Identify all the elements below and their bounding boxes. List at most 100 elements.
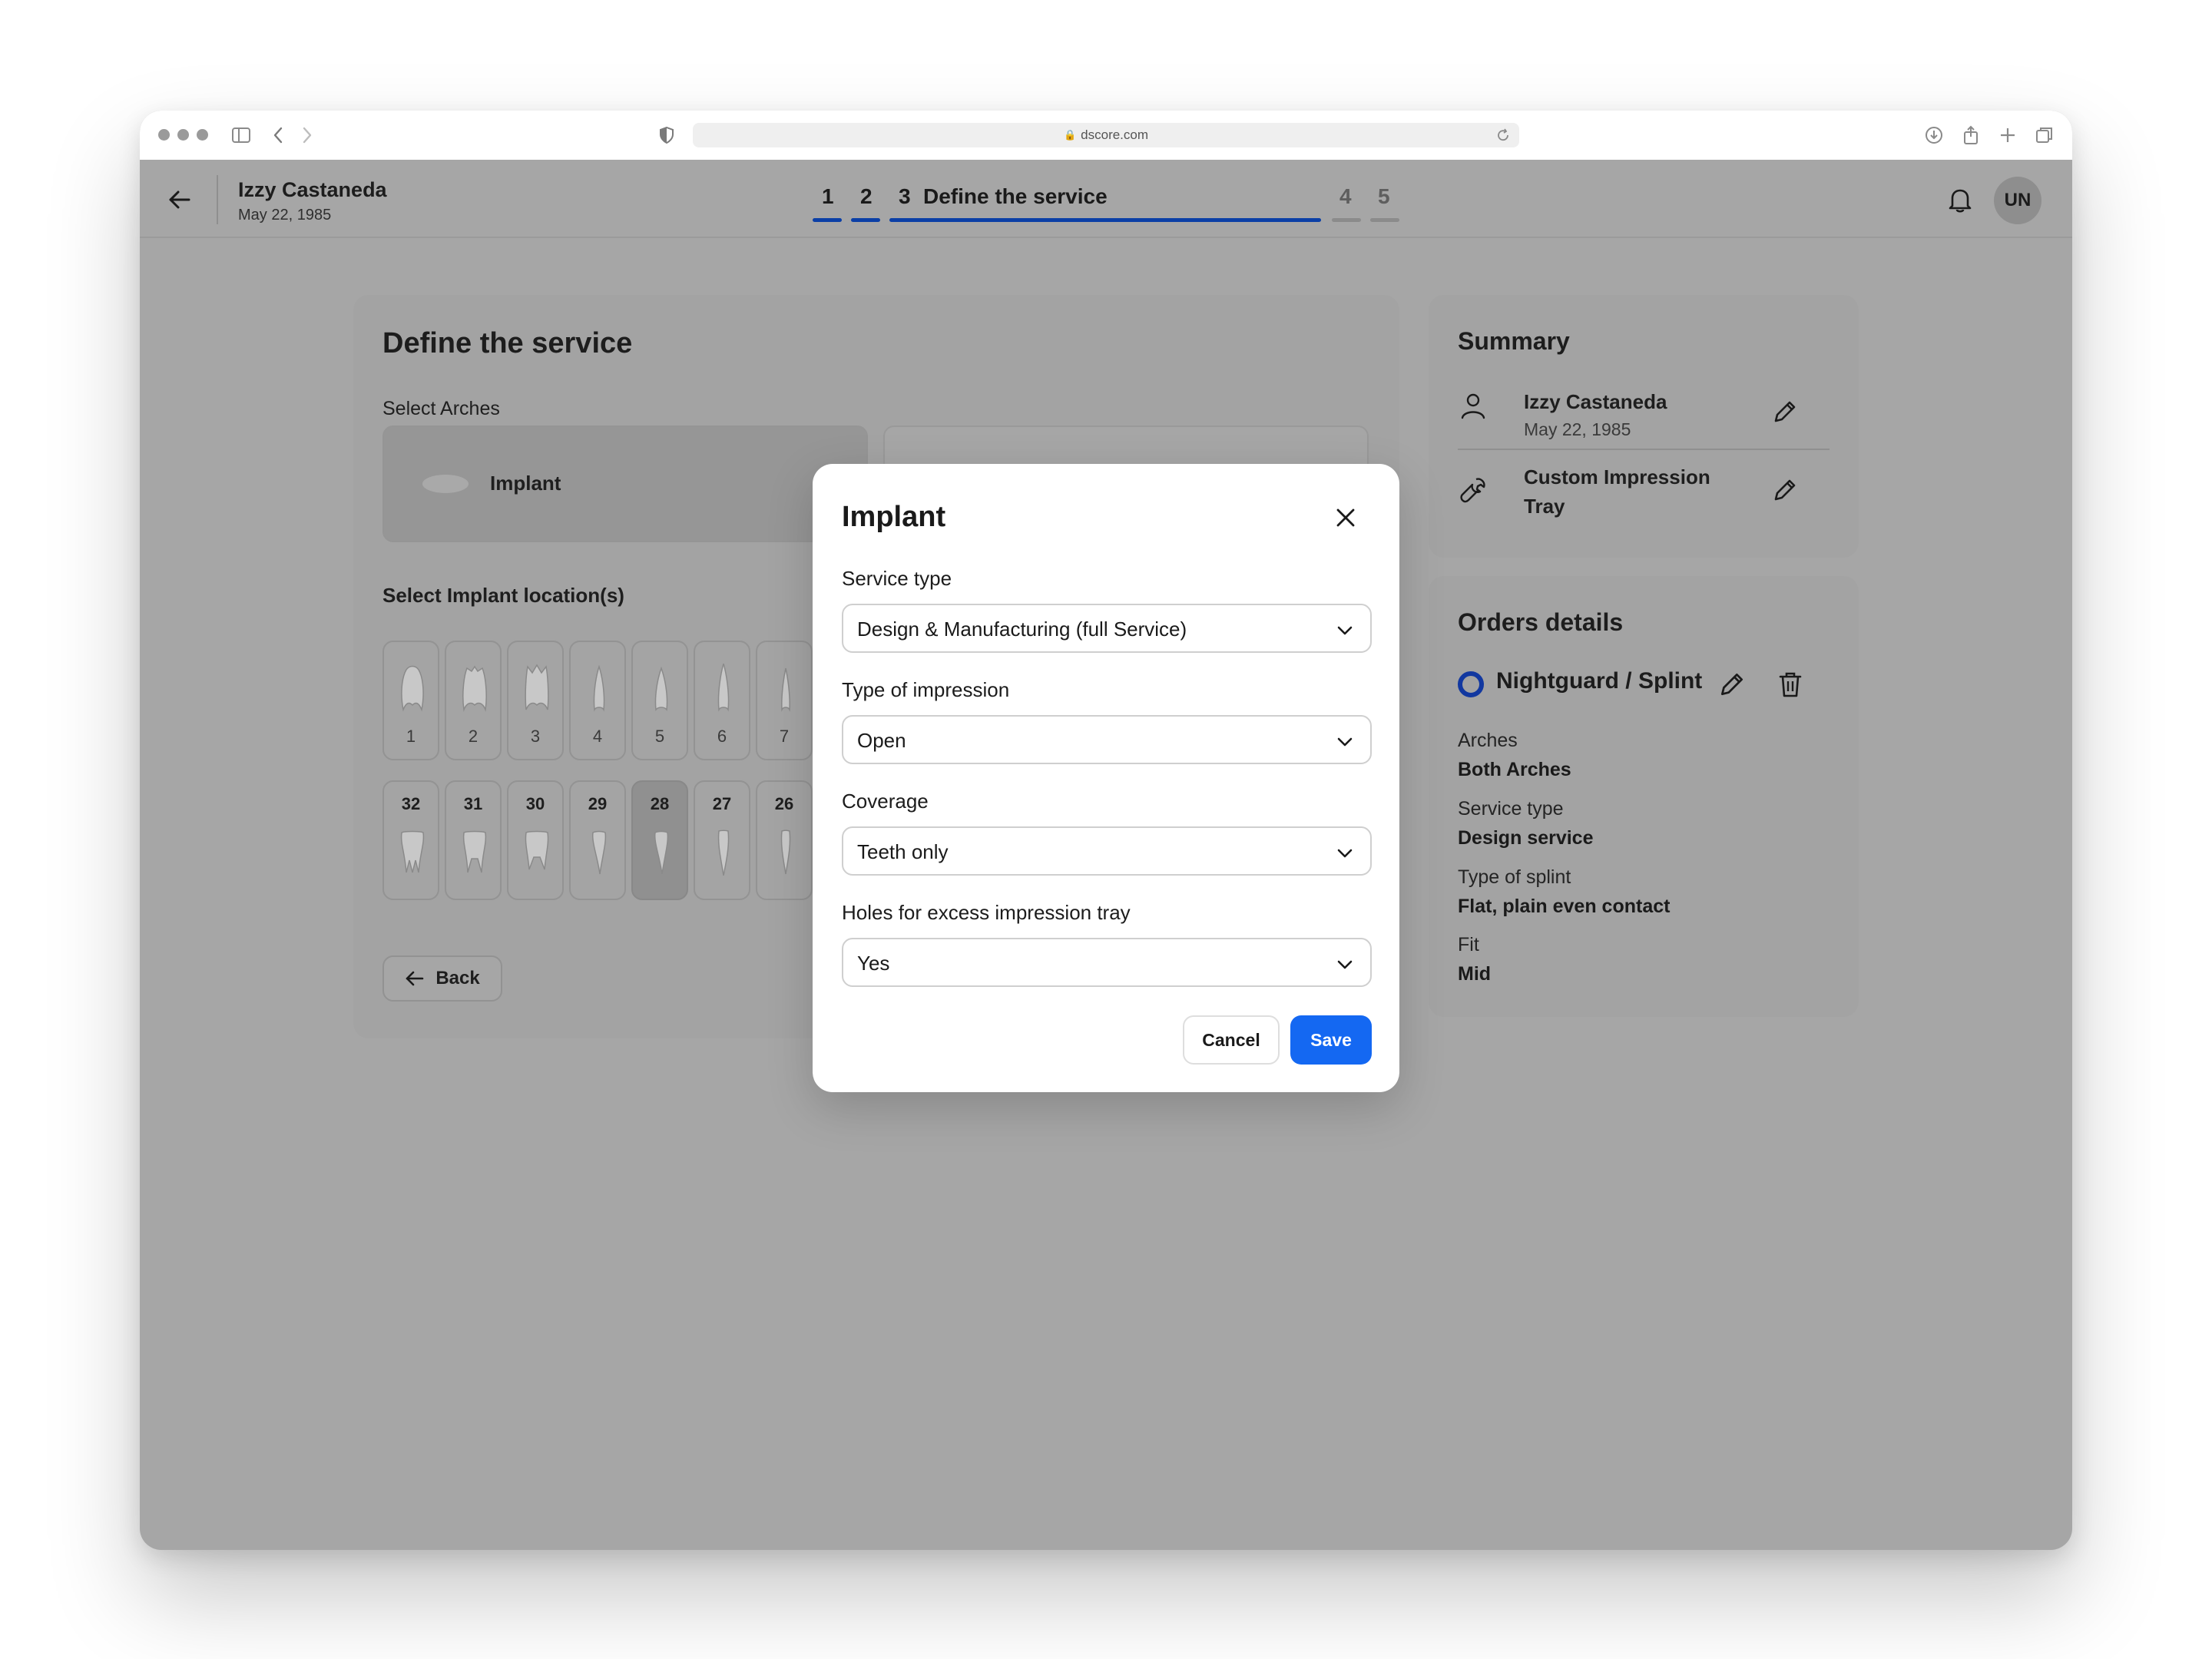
step-3[interactable]: 3 — [899, 184, 911, 209]
impression-type-select[interactable]: Open — [842, 715, 1372, 764]
select-arches-label: Select Arches — [382, 398, 500, 419]
share-icon[interactable] — [1957, 121, 1985, 149]
trash-icon[interactable] — [1776, 670, 1805, 699]
tooth-5[interactable]: 5 — [631, 641, 688, 760]
download-icon[interactable] — [1920, 121, 1948, 149]
implant-modal: Implant Service type Design & Manufactur… — [813, 464, 1399, 1092]
wrench-icon — [1458, 475, 1488, 505]
back-button[interactable]: Back — [382, 955, 502, 1002]
tooth-27[interactable]: 27 — [694, 780, 750, 900]
molar-icon — [462, 665, 487, 712]
tooth-3[interactable]: 3 — [507, 641, 564, 760]
edit-patient-icon[interactable] — [1771, 398, 1799, 426]
browser-window: 🔒 dscore.com Izzy Castaneda May 22, 1985… — [140, 111, 2072, 1550]
browser-back-icon[interactable] — [264, 121, 292, 149]
tooth-number: 7 — [779, 727, 790, 746]
order-service-type-value: Design service — [1458, 827, 1594, 849]
step-5-bar — [1370, 218, 1399, 222]
browser-toolbar: 🔒 dscore.com — [140, 111, 2072, 160]
summary-patient-dob: May 22, 1985 — [1524, 419, 1631, 439]
back-arrow-icon[interactable] — [163, 183, 197, 217]
summary-service-line2: Tray — [1524, 495, 1565, 518]
tooth-1[interactable]: 1 — [382, 641, 439, 760]
arch-option-implant[interactable]: Implant — [382, 426, 868, 542]
orders-details-card: Orders details Nightguard / Splint Arche… — [1429, 576, 1859, 1017]
arch-thumbnail — [422, 475, 469, 493]
holes-select[interactable]: Yes — [842, 938, 1372, 987]
tooth-number: 26 — [774, 794, 794, 813]
tooth-number: 27 — [712, 794, 732, 813]
tooth-26[interactable]: 26 — [756, 780, 813, 900]
step-2[interactable]: 2 — [860, 184, 873, 209]
tooth-number: 28 — [650, 794, 670, 813]
step-1-bar — [813, 218, 842, 222]
tooth-number: 30 — [525, 794, 545, 813]
window-controls — [158, 129, 208, 141]
page-title: Define the service — [382, 327, 633, 359]
implant-location-label: Select Implant location(s) — [382, 584, 624, 607]
arrow-left-icon — [406, 971, 424, 986]
browser-forward-icon[interactable] — [293, 121, 321, 149]
address-bar[interactable]: 🔒 dscore.com — [693, 123, 1519, 147]
lock-icon: 🔒 — [1063, 129, 1077, 141]
tooth-number: 4 — [592, 727, 603, 746]
tooth-2[interactable]: 2 — [445, 641, 502, 760]
tooth-number: 2 — [468, 727, 478, 746]
bell-icon[interactable] — [1945, 184, 1975, 215]
close-window-dot[interactable] — [158, 129, 170, 141]
step-5[interactable]: 5 — [1378, 184, 1390, 209]
molar-icon — [400, 830, 425, 873]
tooth-6[interactable]: 6 — [694, 641, 750, 760]
step-1[interactable]: 1 — [822, 184, 834, 209]
incisor-icon — [781, 667, 790, 712]
url-text: dscore.com — [1081, 127, 1149, 142]
coverage-label: Coverage — [842, 790, 929, 813]
holes-value: Yes — [857, 952, 890, 975]
app-header: Izzy Castaneda May 22, 1985 1 2 3 Define… — [140, 160, 2072, 238]
tooth-7[interactable]: 7 — [756, 641, 813, 760]
chevron-down-icon — [1337, 849, 1353, 858]
coverage-value: Teeth only — [857, 840, 949, 863]
close-icon[interactable] — [1329, 501, 1363, 535]
edit-service-icon[interactable] — [1771, 476, 1799, 504]
save-button[interactable]: Save — [1290, 1015, 1372, 1065]
minimize-window-dot[interactable] — [177, 129, 189, 141]
tooth-4[interactable]: 4 — [569, 641, 626, 760]
tooth-28[interactable]: 28 — [631, 780, 688, 900]
maximize-window-dot[interactable] — [197, 129, 208, 141]
service-type-value: Design & Manufacturing (full Service) — [857, 618, 1187, 641]
chevron-down-icon — [1337, 737, 1353, 747]
sidebar-toggle-icon[interactable] — [227, 121, 255, 149]
molar-icon — [401, 665, 424, 712]
tooth-number: 5 — [654, 727, 665, 746]
coverage-select[interactable]: Teeth only — [842, 826, 1372, 876]
reload-icon[interactable] — [1496, 128, 1510, 146]
step-4[interactable]: 4 — [1339, 184, 1352, 209]
order-item-name: Nightguard / Splint — [1496, 668, 1703, 694]
premolar-icon — [654, 830, 669, 875]
new-tab-icon[interactable] — [1994, 121, 2022, 149]
step-3-title: Define the service — [923, 184, 1108, 208]
tab-overview-icon[interactable] — [2031, 121, 2058, 149]
edit-order-icon[interactable] — [1717, 670, 1747, 699]
privacy-shield-icon[interactable] — [653, 121, 680, 149]
premolar-icon — [593, 664, 605, 712]
chevron-down-icon — [1337, 626, 1353, 635]
cancel-button[interactable]: Cancel — [1183, 1015, 1280, 1065]
molar-icon — [525, 664, 549, 710]
impression-type-label: Type of impression — [842, 678, 1010, 701]
chevron-down-icon — [1337, 960, 1353, 969]
tooth-29[interactable]: 29 — [569, 780, 626, 900]
tooth-number: 1 — [406, 727, 416, 746]
step-4-bar — [1332, 218, 1361, 222]
order-arches-value: Both Arches — [1458, 759, 1571, 780]
tooth-32[interactable]: 32 — [382, 780, 439, 900]
order-splint-type-value: Flat, plain even contact — [1458, 896, 1671, 917]
avatar[interactable]: UN — [1994, 177, 2041, 224]
service-type-select[interactable]: Design & Manufacturing (full Service) — [842, 604, 1372, 653]
tooth-30[interactable]: 30 — [507, 780, 564, 900]
impression-type-value: Open — [857, 729, 906, 752]
tooth-31[interactable]: 31 — [445, 780, 502, 900]
tooth-number: 32 — [401, 794, 421, 813]
orders-title: Orders details — [1458, 608, 1624, 636]
